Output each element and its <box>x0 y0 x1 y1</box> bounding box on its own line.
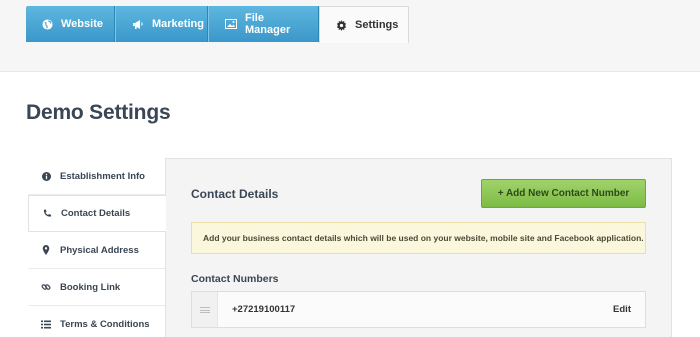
tab-settings-label: Settings <box>355 19 399 31</box>
image-icon <box>225 19 237 29</box>
sidebar-item-contact-details[interactable]: Contact Details <box>28 195 166 232</box>
map-pin-icon <box>41 245 51 255</box>
sidebar-item-terms-conditions[interactable]: Terms & Conditions <box>28 306 165 337</box>
info-notice: Add your business contact details which … <box>191 222 646 254</box>
sidebar-item-label: Establishment Info <box>60 170 145 182</box>
sidebar-item-physical-address[interactable]: Physical Address <box>28 232 165 269</box>
link-icon <box>41 282 51 292</box>
contact-number: +27219100117 <box>232 304 296 315</box>
section-title: Contact Details <box>191 187 279 201</box>
sidebar-item-label: Contact Details <box>61 208 131 219</box>
settings-sidebar: Establishment Info Contact Details Physi… <box>28 158 166 337</box>
drag-handle-icon[interactable] <box>192 292 218 327</box>
notice-text: Add your business contact details which … <box>203 233 644 243</box>
contact-number-row: +27219100117 Edit <box>191 291 646 328</box>
contact-numbers-title: Contact Numbers <box>191 273 279 285</box>
tab-marketing[interactable]: Marketing <box>115 6 208 42</box>
tab-website-label: Website <box>61 18 103 30</box>
tab-marketing-label: Marketing <box>152 18 204 30</box>
info-icon <box>41 171 51 181</box>
sidebar-item-booking-link[interactable]: Booking Link <box>28 269 165 306</box>
page-title: Demo Settings <box>26 101 171 124</box>
sidebar-item-label: Booking Link <box>60 281 121 293</box>
list-icon <box>41 319 51 329</box>
tab-settings[interactable]: Settings <box>319 6 409 43</box>
globe-icon <box>42 18 53 30</box>
sidebar-item-label: Physical Address <box>60 244 139 256</box>
sidebar-item-label: Terms & Conditions <box>60 318 150 330</box>
sidebar-item-establishment-info[interactable]: Establishment Info <box>28 158 165 195</box>
edit-contact-link[interactable]: Edit <box>613 304 631 315</box>
megaphone-icon <box>132 19 144 30</box>
top-bar: Website Marketing File Manager Settings <box>0 0 700 72</box>
tab-website[interactable]: Website <box>26 6 115 42</box>
phone-icon <box>42 209 52 219</box>
tab-file-manager-label: File Manager <box>245 12 291 36</box>
add-contact-number-button[interactable]: + Add New Contact Number <box>481 179 646 208</box>
gear-icon <box>336 19 347 31</box>
main-tabs: Website Marketing File Manager Settings <box>26 6 409 43</box>
contact-details-panel: Contact Details + Add New Contact Number… <box>165 158 672 337</box>
tab-file-manager[interactable]: File Manager <box>208 6 319 42</box>
